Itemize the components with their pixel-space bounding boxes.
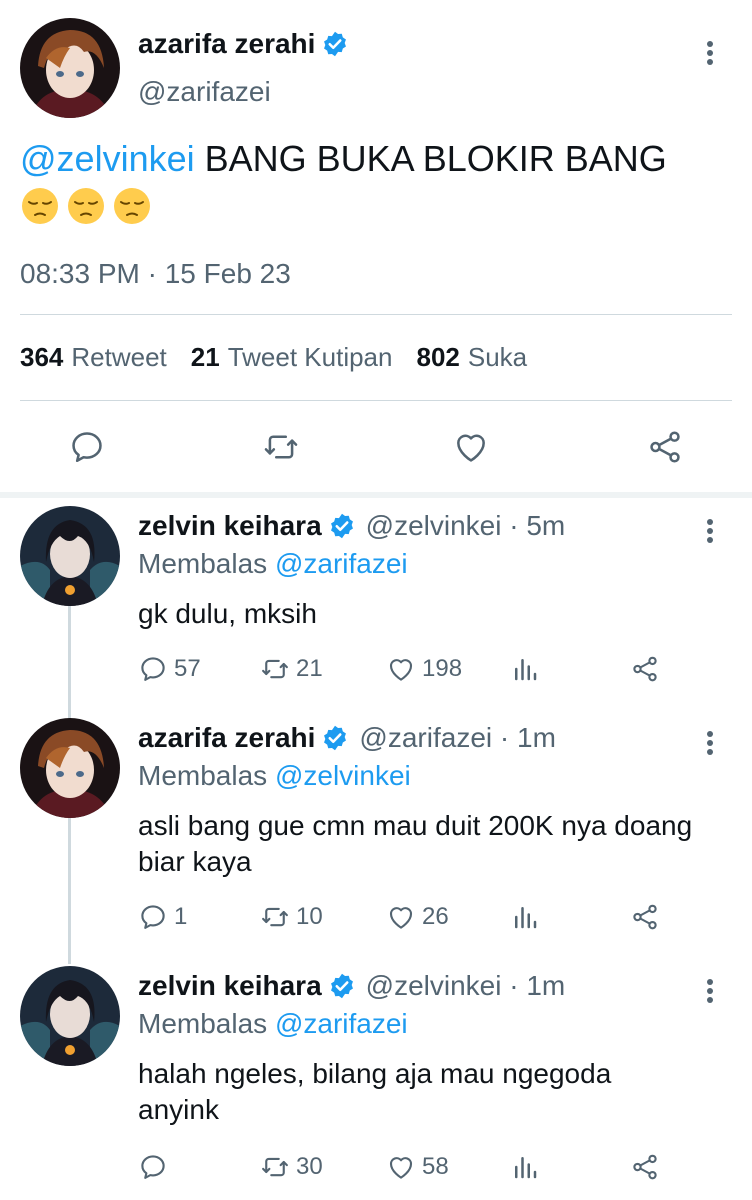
like-count[interactable]: 802	[416, 342, 459, 373]
analytics-action[interactable]	[510, 654, 546, 684]
reply-header: zelvin keihara @zelvinkei · 1m	[138, 970, 565, 1002]
like-label[interactable]: Suka	[468, 342, 527, 373]
verified-badge-icon	[321, 724, 349, 752]
author-handle[interactable]: @zarifazei	[138, 76, 271, 108]
replying-mention[interactable]: @zarifazei	[275, 1008, 408, 1039]
like-icon	[386, 654, 416, 684]
share-action[interactable]	[630, 1152, 666, 1182]
reply-author-name[interactable]: azarifa zerahi	[138, 722, 315, 754]
reply-icon	[138, 902, 168, 932]
reply-text: gk dulu, mksih	[138, 598, 317, 629]
retweet-count: 21	[296, 655, 323, 682]
pensive-face-icon	[112, 186, 152, 226]
retweet-count: 30	[296, 1153, 323, 1180]
retweet-action[interactable]: 21	[260, 654, 323, 684]
retweet-icon	[260, 902, 290, 932]
reply-author-name[interactable]: zelvin keihara	[138, 510, 322, 542]
like-icon	[386, 902, 416, 932]
reply-text: halah ngeles, bilang aja mau ngegoda any…	[138, 1058, 612, 1125]
reply-icon[interactable]	[68, 428, 106, 466]
reply-icon	[138, 1152, 168, 1182]
tweet-stats: 364 Retweet 21 Tweet Kutipan 802 Suka	[20, 342, 551, 373]
retweet-icon	[260, 1152, 290, 1182]
replying-mention[interactable]: @zarifazei	[275, 548, 408, 579]
replying-to: Membalas @zarifazei	[138, 548, 408, 580]
quote-count[interactable]: 21	[191, 342, 220, 373]
retweet-action[interactable]: 30	[260, 1152, 323, 1182]
more-options-icon[interactable]	[698, 976, 722, 1006]
retweet-label[interactable]: Retweet	[71, 342, 166, 373]
reply-count: 57	[174, 655, 201, 682]
more-options-icon[interactable]	[698, 728, 722, 758]
divider	[20, 314, 732, 315]
pensive-face-icon	[20, 186, 60, 226]
share-action[interactable]	[630, 902, 666, 932]
author-name[interactable]: azarifa zerahi	[138, 28, 349, 60]
share-action[interactable]	[630, 654, 666, 684]
reply-action[interactable]	[138, 1152, 174, 1182]
reply-action[interactable]: 57	[138, 654, 201, 684]
share-icon	[630, 654, 660, 684]
like-icon[interactable]	[452, 428, 490, 466]
tweet-timestamp[interactable]: 08:33 PM · 15 Feb 23	[20, 258, 291, 290]
section-divider	[0, 492, 752, 498]
like-action[interactable]: 26	[386, 902, 449, 932]
reply-author-handle[interactable]: @zelvinkei · 1m	[366, 970, 566, 1002]
retweet-action[interactable]: 10	[260, 902, 323, 932]
reply-author-handle[interactable]: @zelvinkei · 5m	[366, 510, 566, 542]
like-count: 58	[422, 1153, 449, 1180]
pensive-face-icon	[66, 186, 106, 226]
retweet-count: 10	[296, 903, 323, 930]
analytics-icon	[510, 902, 540, 932]
reply-action[interactable]: 1	[138, 902, 187, 932]
like-count: 198	[422, 655, 463, 682]
more-options-icon[interactable]	[698, 516, 722, 546]
replying-mention[interactable]: @zelvinkei	[275, 760, 411, 791]
retweet-icon[interactable]	[262, 428, 300, 466]
like-count: 26	[422, 903, 449, 930]
analytics-action[interactable]	[510, 902, 546, 932]
like-icon	[386, 1152, 416, 1182]
verified-badge-icon	[328, 512, 356, 540]
mention-link[interactable]: @zelvinkei	[20, 138, 195, 179]
analytics-icon	[510, 1152, 540, 1182]
retweet-icon	[260, 654, 290, 684]
emoji-row	[20, 180, 158, 225]
reply-text: asli bang gue cmn mau duit 200K nya doan…	[138, 810, 693, 877]
reply-count: 1	[174, 903, 188, 930]
tweet-text: @zelvinkei BANG BUKA BLOKIR BANG	[20, 138, 740, 226]
like-action[interactable]: 58	[386, 1152, 449, 1182]
reply-icon	[138, 654, 168, 684]
share-icon[interactable]	[646, 428, 684, 466]
reply-header: zelvin keihara @zelvinkei · 5m	[138, 510, 565, 542]
avatar-zelvin[interactable]	[20, 506, 120, 606]
tweet-body: BANG BUKA BLOKIR BANG	[204, 138, 667, 179]
replying-prefix: Membalas	[138, 1008, 268, 1039]
analytics-icon	[510, 654, 540, 684]
author-name-text[interactable]: azarifa zerahi	[138, 28, 315, 60]
share-icon	[630, 902, 660, 932]
more-options-icon[interactable]	[698, 38, 722, 68]
avatar-azarifa[interactable]	[20, 18, 120, 118]
like-action[interactable]: 198	[386, 654, 462, 684]
reply-header: azarifa zerahi @zarifazei · 1m	[138, 722, 556, 754]
quote-label[interactable]: Tweet Kutipan	[228, 342, 393, 373]
verified-badge-icon	[328, 972, 356, 1000]
reply-author-handle[interactable]: @zarifazei · 1m	[359, 722, 555, 754]
analytics-action[interactable]	[510, 1152, 546, 1182]
replying-to: Membalas @zelvinkei	[138, 760, 411, 792]
verified-badge-icon	[321, 30, 349, 58]
replying-prefix: Membalas	[138, 548, 268, 579]
avatar-azarifa[interactable]	[20, 718, 120, 818]
share-icon	[630, 1152, 660, 1182]
replying-prefix: Membalas	[138, 760, 268, 791]
avatar-zelvin[interactable]	[20, 966, 120, 1066]
divider	[20, 400, 732, 401]
retweet-count[interactable]: 364	[20, 342, 63, 373]
reply-author-name[interactable]: zelvin keihara	[138, 970, 322, 1002]
replying-to: Membalas @zarifazei	[138, 1008, 408, 1040]
